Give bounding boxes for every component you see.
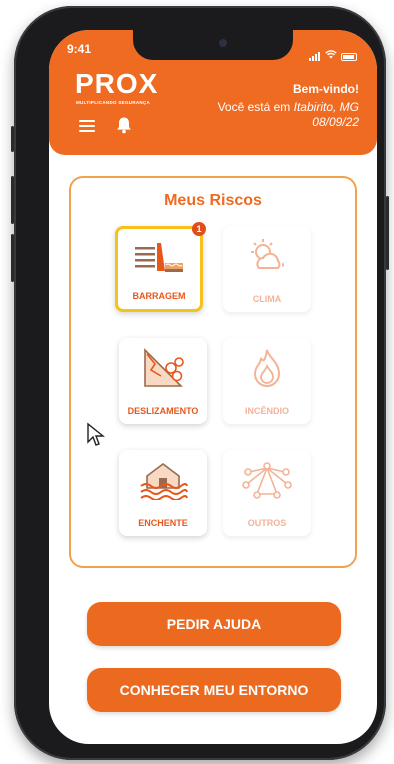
wifi-icon — [325, 50, 337, 61]
power-button — [386, 196, 389, 270]
location-prefix: Você está em — [217, 100, 294, 114]
current-date: 08/09/22 — [312, 115, 359, 129]
app-screen: 9:41 PROX MULTIPLICANDO SEGURANÇA Bem-vi… — [49, 30, 377, 744]
app-logo: PROX — [75, 68, 159, 99]
my-risks-card: Meus Riscos 1 BARRAGEM CLIMA DESLIZAMENT… — [69, 176, 357, 568]
network-icon — [242, 462, 292, 499]
mute-switch — [11, 126, 14, 152]
camera-icon — [219, 39, 227, 47]
risk-tile-incendio[interactable]: INCÊNDIO — [223, 338, 311, 424]
fire-icon — [253, 349, 281, 387]
risk-tile-enchente[interactable]: ENCHENTE — [119, 450, 207, 536]
risk-tile-clima[interactable]: CLIMA — [223, 226, 311, 312]
risk-label: CLIMA — [252, 294, 282, 304]
battery-icon — [341, 53, 357, 61]
weather-icon — [251, 239, 284, 269]
risk-label: OUTROS — [247, 518, 287, 528]
risk-tile-outros[interactable]: OUTROS — [223, 450, 311, 536]
risk-label: DESLIZAMENTO — [127, 406, 199, 416]
signal-icon — [309, 43, 321, 61]
risk-tile-deslizamento[interactable]: DESLIZAMENTO — [119, 338, 207, 424]
notification-badge: 1 — [192, 222, 206, 236]
landslide-icon — [144, 348, 184, 387]
flood-icon — [140, 463, 188, 500]
mouse-pointer-icon — [87, 422, 105, 446]
know-surroundings-button[interactable]: CONHECER MEU ENTORNO — [87, 668, 341, 712]
volume-down-button — [11, 234, 14, 282]
my-risks-title: Meus Riscos — [164, 192, 262, 209]
dam-icon — [135, 243, 183, 272]
risk-label: INCÊNDIO — [244, 406, 289, 416]
notch — [133, 30, 293, 60]
risk-label: ENCHENTE — [138, 518, 188, 528]
request-help-button[interactable]: PEDIR AJUDA — [87, 602, 341, 646]
location-city: Itabirito, MG — [293, 100, 359, 114]
welcome-text: Bem-vindo! — [293, 82, 359, 96]
phone-frame: 9:41 PROX MULTIPLICANDO SEGURANÇA Bem-vi… — [11, 6, 389, 760]
risk-tile-barragem[interactable]: 1 BARRAGEM — [115, 222, 206, 312]
status-time: 9:41 — [67, 42, 92, 56]
location-text: Você está em Itabirito, MG — [218, 100, 359, 114]
menu-icon[interactable] — [79, 120, 95, 132]
logo-tagline: MULTIPLICANDO SEGURANÇA — [76, 100, 151, 105]
volume-up-button — [11, 176, 14, 224]
bell-icon[interactable] — [116, 116, 132, 134]
status-icons — [309, 43, 357, 61]
risk-label: BARRAGEM — [132, 291, 186, 301]
